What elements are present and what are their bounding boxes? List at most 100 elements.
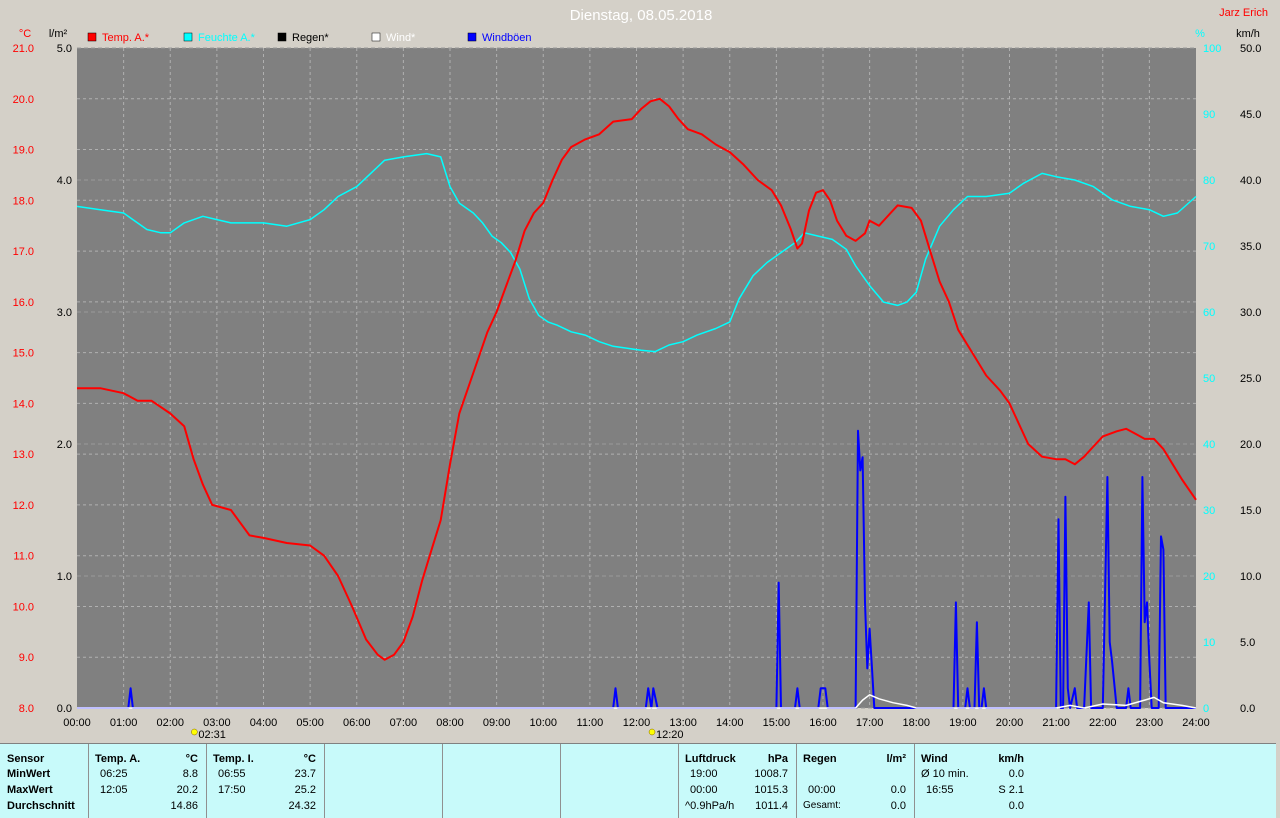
tick-right2: 35.0 bbox=[1240, 241, 1261, 253]
legend-swatch-0 bbox=[87, 32, 97, 42]
regen-unit: l/m² bbox=[886, 753, 906, 765]
tick-x: 13:00 bbox=[669, 717, 697, 729]
label-minwert: MinWert bbox=[7, 768, 51, 780]
tick-right2: 30.0 bbox=[1240, 307, 1261, 319]
tick-left1: 8.0 bbox=[19, 703, 34, 715]
tick-x: 22:00 bbox=[1089, 717, 1117, 729]
legend-label-2: Regen* bbox=[292, 32, 329, 44]
label-durchschnitt: Durchschnitt bbox=[7, 800, 75, 812]
legend-label-1: Feuchte A.* bbox=[198, 32, 256, 44]
tick-x: 24:00 bbox=[1182, 717, 1210, 729]
tick-x: 10:00 bbox=[529, 717, 557, 729]
tick-left2: 2.0 bbox=[57, 439, 72, 451]
tick-right1: 10 bbox=[1203, 637, 1215, 649]
tick-right1: 20 bbox=[1203, 571, 1215, 583]
tick-right2: 50.0 bbox=[1240, 43, 1261, 55]
tick-x: 12:00 bbox=[623, 717, 651, 729]
tick-x: 15:00 bbox=[763, 717, 791, 729]
legend-swatch-4 bbox=[467, 32, 477, 42]
tick-right2: 10.0 bbox=[1240, 571, 1261, 583]
legend-label-3: Wind* bbox=[386, 32, 416, 44]
wind-unit: km/h bbox=[998, 753, 1024, 765]
legend-swatch-2 bbox=[277, 32, 287, 42]
wind-title: Wind bbox=[921, 753, 948, 765]
tick-left1: 18.0 bbox=[13, 195, 34, 207]
tick-left1: 11.0 bbox=[13, 551, 34, 563]
temp-i-title: Temp. I. bbox=[213, 753, 254, 765]
right1-unit: % bbox=[1195, 28, 1205, 40]
tick-x: 16:00 bbox=[809, 717, 837, 729]
wind-r2-val: S 2.1 bbox=[998, 784, 1024, 796]
regen-r2-val: 0.0 bbox=[890, 784, 906, 796]
regen-r3-label: Gesamt: bbox=[803, 800, 841, 811]
legend-swatch-1 bbox=[183, 32, 193, 42]
tick-x: 02:00 bbox=[156, 717, 184, 729]
marker-label-1: 12:20 bbox=[656, 729, 684, 741]
temp-i-unit: °C bbox=[303, 753, 316, 765]
col-empty-2 bbox=[442, 744, 560, 818]
tick-right1: 40 bbox=[1203, 439, 1215, 451]
col-temp-i: Temp. I. °C 06:55 23.7 17:50 25.2 24.32 bbox=[206, 744, 324, 818]
tick-x: 06:00 bbox=[343, 717, 371, 729]
tick-left1: 10.0 bbox=[13, 601, 34, 613]
col-luftdruck: Luftdruck hPa 19:00 1008.7 00:00 1015.3 … bbox=[678, 744, 796, 818]
legend-swatch-3 bbox=[371, 32, 381, 42]
left2-unit: l/m² bbox=[49, 28, 68, 40]
tick-x: 19:00 bbox=[949, 717, 977, 729]
temp-i-min-val: 23.7 bbox=[294, 768, 316, 780]
tick-left1: 20.0 bbox=[13, 94, 34, 106]
wind-r2-time: 16:55 bbox=[926, 784, 954, 796]
temp-i-min-time: 06:55 bbox=[218, 768, 246, 780]
tick-left2: 0.0 bbox=[57, 703, 72, 715]
temp-a-min-time: 06:25 bbox=[100, 768, 128, 780]
legend-label-4: Windböen bbox=[482, 32, 532, 44]
tick-x: 05:00 bbox=[296, 717, 324, 729]
tick-x: 17:00 bbox=[856, 717, 884, 729]
luftdruck-r3-label: ^0.9hPa/h bbox=[685, 800, 735, 812]
tick-left2: 1.0 bbox=[57, 571, 72, 583]
tick-x: 04:00 bbox=[250, 717, 278, 729]
owner-label: Jarz Erich bbox=[1219, 7, 1268, 19]
sun-marker-icon bbox=[191, 728, 198, 736]
regen-r2-time: 00:00 bbox=[808, 784, 836, 796]
right2-unit: km/h bbox=[1236, 28, 1260, 40]
temp-i-max-time: 17:50 bbox=[218, 784, 246, 796]
luftdruck-unit: hPa bbox=[767, 753, 788, 765]
tick-x: 07:00 bbox=[390, 717, 418, 729]
temp-a-max-val: 20.2 bbox=[176, 784, 198, 796]
col-temp-a: Temp. A. °C 06:25 8.8 12:05 20.2 14.86 bbox=[88, 744, 206, 818]
tick-right1: 100 bbox=[1203, 43, 1221, 55]
tick-x: 00:00 bbox=[63, 717, 91, 729]
label-maxwert: MaxWert bbox=[7, 784, 53, 796]
tick-right1: 0 bbox=[1203, 703, 1209, 715]
temp-a-avg-val: 14.86 bbox=[170, 800, 198, 812]
col-empty-3 bbox=[560, 744, 678, 818]
tick-x: 01:00 bbox=[110, 717, 138, 729]
tick-left1: 12.0 bbox=[13, 500, 34, 512]
tick-left1: 21.0 bbox=[13, 43, 34, 55]
label-sensor: Sensor bbox=[7, 753, 45, 765]
tick-right1: 30 bbox=[1203, 505, 1215, 517]
tick-right2: 5.0 bbox=[1240, 637, 1255, 649]
regen-title: Regen bbox=[803, 753, 837, 765]
sun-marker-icon bbox=[648, 728, 656, 736]
tick-left2: 3.0 bbox=[57, 307, 72, 319]
luftdruck-r3-val: 1011.4 bbox=[755, 800, 788, 812]
wind-r3-val: 0.0 bbox=[1008, 800, 1024, 812]
tick-right1: 80 bbox=[1203, 175, 1215, 187]
tick-x: 20:00 bbox=[996, 717, 1024, 729]
col-wind: Wind km/h Ø 10 min. 0.0 16:55 S 2.1 0.0 bbox=[914, 744, 1032, 818]
temp-a-min-val: 8.8 bbox=[182, 768, 198, 780]
luftdruck-r1-time: 19:00 bbox=[690, 768, 718, 780]
tick-right2: 15.0 bbox=[1240, 505, 1261, 517]
tick-x: 11:00 bbox=[577, 717, 604, 729]
tick-left2: 5.0 bbox=[57, 43, 72, 55]
wind-r1-val: 0.0 bbox=[1008, 768, 1024, 780]
tick-left1: 19.0 bbox=[13, 145, 34, 157]
tick-x: 14:00 bbox=[716, 717, 744, 729]
tick-right1: 60 bbox=[1203, 307, 1215, 319]
tick-x: 21:00 bbox=[1042, 717, 1070, 729]
tick-right2: 25.0 bbox=[1240, 373, 1261, 385]
tick-x: 03:00 bbox=[203, 717, 231, 729]
tick-right2: 20.0 bbox=[1240, 439, 1261, 451]
